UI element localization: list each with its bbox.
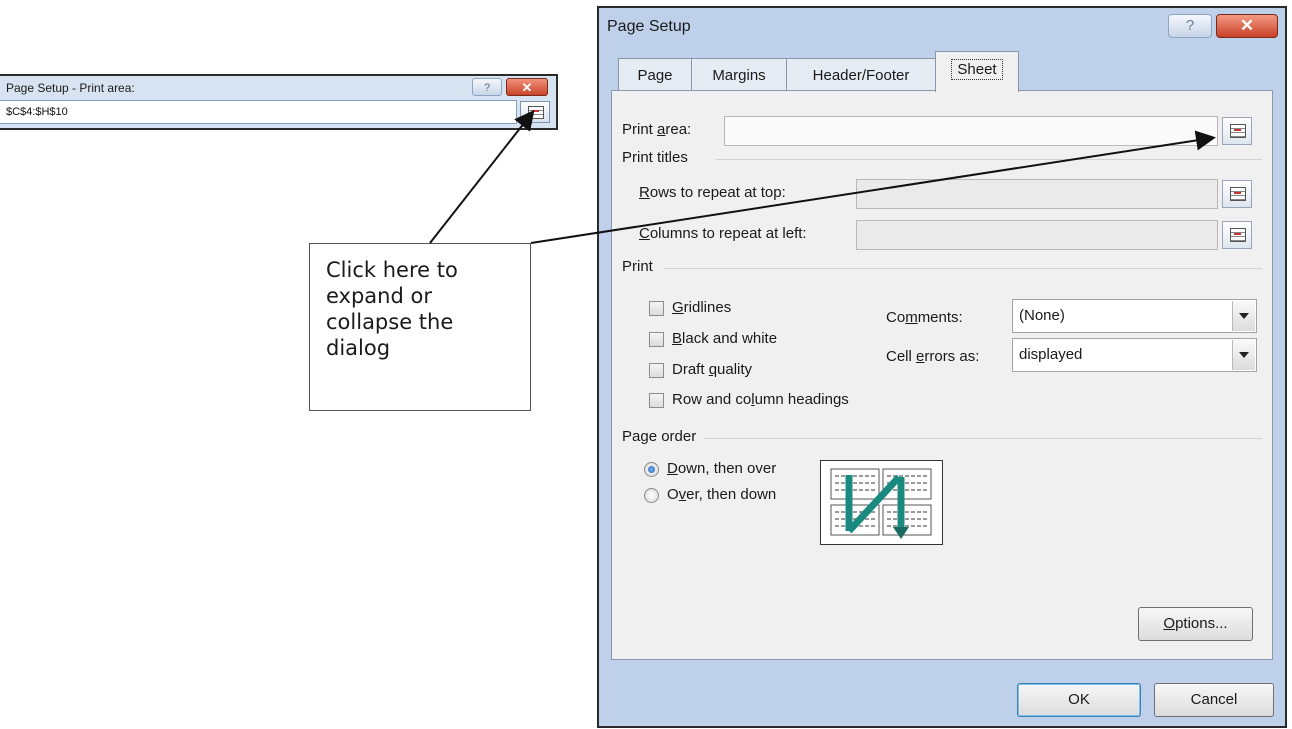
comments-label: Comments: bbox=[886, 309, 963, 326]
collapse-rows-button[interactable] bbox=[1222, 180, 1252, 208]
over-then-down-radio[interactable] bbox=[644, 488, 659, 503]
tab-sheet[interactable]: Sheet bbox=[935, 51, 1019, 92]
tab-page[interactable]: Page bbox=[618, 58, 692, 91]
help-button[interactable]: ? bbox=[1168, 14, 1212, 38]
cell-errors-label: Cell errors as: bbox=[886, 348, 980, 365]
down-then-over-radio[interactable] bbox=[644, 462, 659, 477]
draft-quality-label[interactable]: Draft quality bbox=[672, 361, 752, 378]
help-button[interactable]: ? bbox=[472, 78, 502, 96]
separator bbox=[664, 268, 1262, 269]
separator bbox=[704, 438, 1262, 439]
tab-sheet-label: Sheet bbox=[951, 59, 1003, 80]
tab-margins[interactable]: Margins bbox=[691, 58, 787, 91]
chevron-down-icon[interactable] bbox=[1232, 340, 1255, 370]
expand-dialog-icon bbox=[528, 106, 544, 119]
rows-to-repeat-label: Rows to repeat at top: bbox=[639, 184, 786, 201]
over-then-down-label[interactable]: Over, then down bbox=[667, 486, 776, 503]
collapsed-print-area-dialog: Page Setup - Print area: ? ✕ $C$4:$H$10 bbox=[0, 74, 558, 130]
chevron-down-icon[interactable] bbox=[1232, 301, 1255, 331]
dialog-title: Page Setup bbox=[607, 18, 691, 35]
callout-line-3: collapse the bbox=[326, 310, 454, 334]
gridlines-checkbox[interactable] bbox=[649, 301, 664, 316]
close-button[interactable]: ✕ bbox=[506, 78, 548, 96]
callout-box: Click here to expand or collapse the dia… bbox=[309, 243, 531, 411]
cell-errors-value: displayed bbox=[1019, 346, 1083, 363]
options-button[interactable]: Options... bbox=[1138, 607, 1253, 641]
callout-line-4: dialog bbox=[326, 336, 391, 360]
cell-errors-select[interactable]: displayed bbox=[1012, 338, 1257, 372]
print-area-input[interactable] bbox=[724, 116, 1218, 146]
draft-quality-checkbox[interactable] bbox=[649, 363, 664, 378]
ok-button[interactable]: OK bbox=[1017, 683, 1141, 717]
gridlines-label[interactable]: Gridlines bbox=[672, 299, 731, 316]
close-button[interactable]: ✕ bbox=[1216, 14, 1278, 38]
separator bbox=[716, 159, 1262, 160]
tab-header-footer[interactable]: Header/Footer bbox=[786, 58, 936, 91]
black-and-white-checkbox[interactable] bbox=[649, 332, 664, 347]
rows-to-repeat-input[interactable] bbox=[856, 179, 1218, 209]
callout-line-1: Click here to bbox=[326, 258, 458, 282]
black-and-white-label[interactable]: Black and white bbox=[672, 330, 777, 347]
arrow-to-collapsed-button bbox=[429, 109, 535, 244]
row-column-headings-label[interactable]: Row and column headings bbox=[672, 391, 849, 408]
down-then-over-label[interactable]: Down, then over bbox=[667, 460, 776, 477]
print-heading: Print bbox=[622, 258, 653, 275]
columns-to-repeat-label: Columns to repeat at left: bbox=[639, 225, 807, 242]
collapsed-dialog-title: Page Setup - Print area: bbox=[6, 81, 135, 95]
page-order-heading: Page order bbox=[622, 428, 697, 445]
collapse-columns-button[interactable] bbox=[1222, 221, 1252, 249]
comments-value: (None) bbox=[1019, 307, 1065, 324]
comments-select[interactable]: (None) bbox=[1012, 299, 1257, 333]
cancel-button[interactable]: Cancel bbox=[1154, 683, 1274, 717]
columns-to-repeat-input[interactable] bbox=[856, 220, 1218, 250]
page-order-preview-icon bbox=[820, 460, 943, 545]
expand-dialog-button[interactable] bbox=[520, 101, 550, 123]
sheet-panel: Print area: Print titles Rows to repeat … bbox=[611, 90, 1273, 660]
callout-line-2: expand or bbox=[326, 284, 432, 308]
print-area-label: Print area: bbox=[622, 121, 692, 138]
print-area-range-input[interactable]: $C$4:$H$10 bbox=[0, 100, 517, 124]
page-setup-dialog: Page Setup ? ✕ Page Margins Header/Foote… bbox=[597, 6, 1287, 728]
print-titles-heading: Print titles bbox=[622, 149, 688, 166]
row-column-headings-checkbox[interactable] bbox=[649, 393, 664, 408]
collapse-print-area-button[interactable] bbox=[1222, 117, 1252, 145]
